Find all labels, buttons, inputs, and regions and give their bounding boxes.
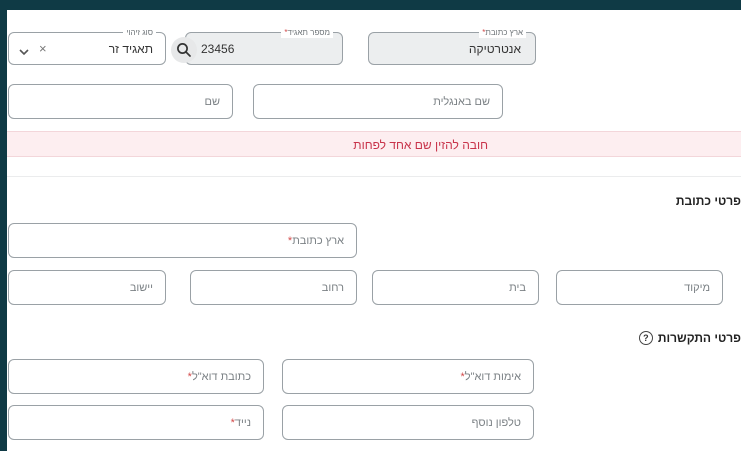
name-field[interactable]: שם xyxy=(8,84,233,119)
english-name-placeholder: שם באנגלית xyxy=(433,95,490,108)
name-placeholder: שם xyxy=(204,95,221,108)
address-country-field[interactable]: ארץ כתובת* אנטרטיקה xyxy=(368,27,536,65)
address-country-placeholder: ארץ כתובת* xyxy=(287,234,344,247)
corp-number-field[interactable]: מספר תאגיד* 23456 xyxy=(185,27,343,65)
contact-section-header: פרטי התקשרות ? xyxy=(638,331,741,345)
corp-number-value: 23456 xyxy=(201,41,235,56)
clear-icon[interactable]: × xyxy=(39,41,47,56)
form-page: סוג זיהוי תאגיד זר × מספר תאגיד* 23456 א… xyxy=(7,10,741,451)
error-banner: חובה להזין שם אחד לפחות xyxy=(7,131,741,157)
corp-number-legend: מספר תאגיד* xyxy=(281,27,333,38)
address-country-legend: ארץ כתובת* xyxy=(479,27,526,38)
help-icon[interactable]: ? xyxy=(638,331,653,345)
search-icon xyxy=(177,43,191,57)
extra-phone-placeholder: טלפון נוסף xyxy=(471,416,521,429)
zip-placeholder: מיקוד xyxy=(684,281,710,294)
id-type-select[interactable]: סוג זיהוי תאגיד זר × xyxy=(8,27,166,65)
address-section-title: פרטי כתובת xyxy=(675,194,741,208)
id-type-legend: סוג זיהוי xyxy=(123,27,156,38)
zip-field[interactable]: מיקוד xyxy=(556,270,723,305)
id-type-value: תאגיד זר xyxy=(108,41,153,56)
email-confirm-placeholder: אימות דוא"ל* xyxy=(460,370,522,383)
city-field[interactable]: יישוב xyxy=(8,270,166,305)
email-confirm-field[interactable]: אימות דוא"ל* xyxy=(282,359,534,394)
chevron-down-icon[interactable] xyxy=(19,44,29,56)
section-divider xyxy=(7,176,741,177)
email-field[interactable]: כתובת דוא"ל* xyxy=(8,359,264,394)
house-field[interactable]: בית xyxy=(372,270,539,305)
city-placeholder: יישוב xyxy=(129,281,153,294)
error-message: חובה להזין שם אחד לפחות xyxy=(353,138,488,152)
search-button[interactable] xyxy=(171,37,197,63)
street-field[interactable]: רחוב xyxy=(190,270,357,305)
mobile-placeholder: נייד* xyxy=(230,416,251,429)
street-placeholder: רחוב xyxy=(321,281,344,294)
email-placeholder: כתובת דוא"ל* xyxy=(187,370,251,383)
mobile-field[interactable]: נייד* xyxy=(8,405,264,440)
english-name-field[interactable]: שם באנגלית xyxy=(253,84,503,119)
extra-phone-field[interactable]: טלפון נוסף xyxy=(282,405,534,440)
address-country-input[interactable]: ארץ כתובת* xyxy=(8,223,357,258)
address-country-value: אנטרטיקה xyxy=(468,41,521,56)
contact-section-title: פרטי התקשרות xyxy=(657,331,741,345)
house-placeholder: בית xyxy=(509,281,526,294)
